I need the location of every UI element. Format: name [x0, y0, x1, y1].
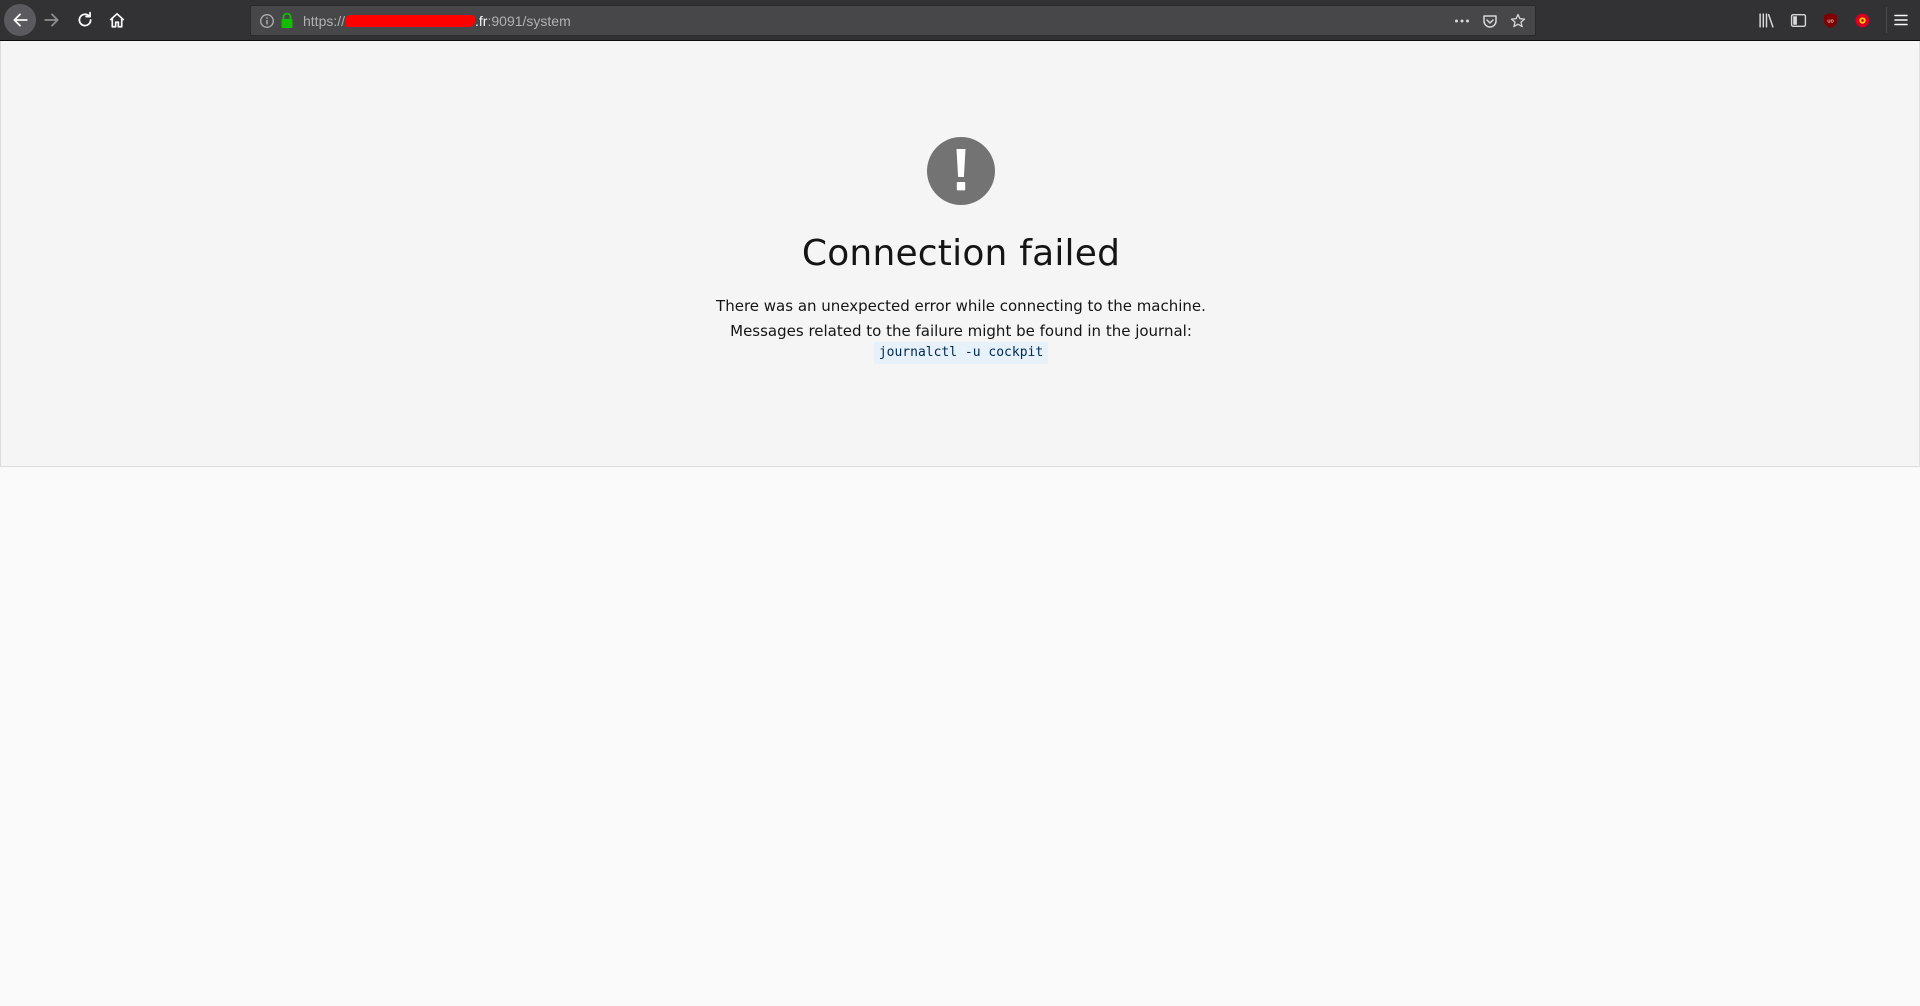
- page-actions: [1451, 10, 1529, 32]
- page-actions-button[interactable]: [1451, 10, 1473, 32]
- hamburger-menu-icon: [1893, 14, 1908, 26]
- page-content: Connection failed There was an unexpecte…: [0, 41, 1920, 1006]
- star-icon: [1510, 13, 1526, 28]
- reload-icon: [78, 11, 92, 27]
- error-message: There was an unexpected error while conn…: [1, 294, 1920, 344]
- forward-button[interactable]: [36, 4, 68, 36]
- arrow-left-icon: [13, 13, 28, 27]
- error-command-wrapper: journalctl -u cockpit: [1, 342, 1920, 364]
- reload-button[interactable]: [69, 4, 101, 36]
- sidebar-icon: [1790, 13, 1806, 27]
- more-icon: [1455, 19, 1469, 23]
- library-button[interactable]: [1752, 7, 1780, 33]
- back-button[interactable]: [4, 4, 36, 36]
- extension-button[interactable]: [1848, 7, 1876, 33]
- arrow-right-icon: [44, 13, 59, 27]
- info-icon[interactable]: [259, 13, 275, 29]
- url-scheme: https://: [303, 13, 346, 29]
- pocket-button[interactable]: [1479, 10, 1501, 32]
- ublock-button[interactable]: uo: [1816, 7, 1844, 33]
- address-bar[interactable]: https:// .fr:9091/system: [250, 5, 1536, 36]
- url-host-suffix: .fr: [475, 13, 488, 29]
- browser-toolbar: https:// .fr:9091/system uo: [0, 0, 1920, 41]
- pocket-icon: [1483, 15, 1497, 28]
- redacted-hostname: [345, 15, 476, 28]
- library-icon: [1758, 12, 1774, 28]
- error-panel: Connection failed There was an unexpecte…: [0, 41, 1920, 467]
- journal-command: journalctl -u cockpit: [873, 342, 1049, 364]
- svg-text:uo: uo: [1827, 18, 1834, 24]
- error-message-line-1: There was an unexpected error while conn…: [716, 297, 1206, 315]
- error-message-line-2: Messages related to the failure might be…: [730, 322, 1192, 340]
- url-port-path: :9091/system: [487, 13, 571, 29]
- home-icon: [109, 12, 125, 28]
- bookmark-button[interactable]: [1507, 10, 1529, 32]
- home-button[interactable]: [101, 4, 133, 36]
- main-menu-button[interactable]: [1886, 7, 1914, 33]
- url-text[interactable]: https:// .fr:9091/system: [303, 13, 571, 29]
- ublock-icon: uo: [1823, 12, 1837, 28]
- exclamation-circle-icon: [927, 137, 995, 205]
- toolbar-tools: uo: [1752, 7, 1876, 33]
- lock-icon[interactable]: [279, 12, 295, 29]
- sidebar-button[interactable]: [1784, 7, 1812, 33]
- error-title: Connection failed: [801, 233, 1121, 274]
- extension-icon: [1855, 13, 1869, 27]
